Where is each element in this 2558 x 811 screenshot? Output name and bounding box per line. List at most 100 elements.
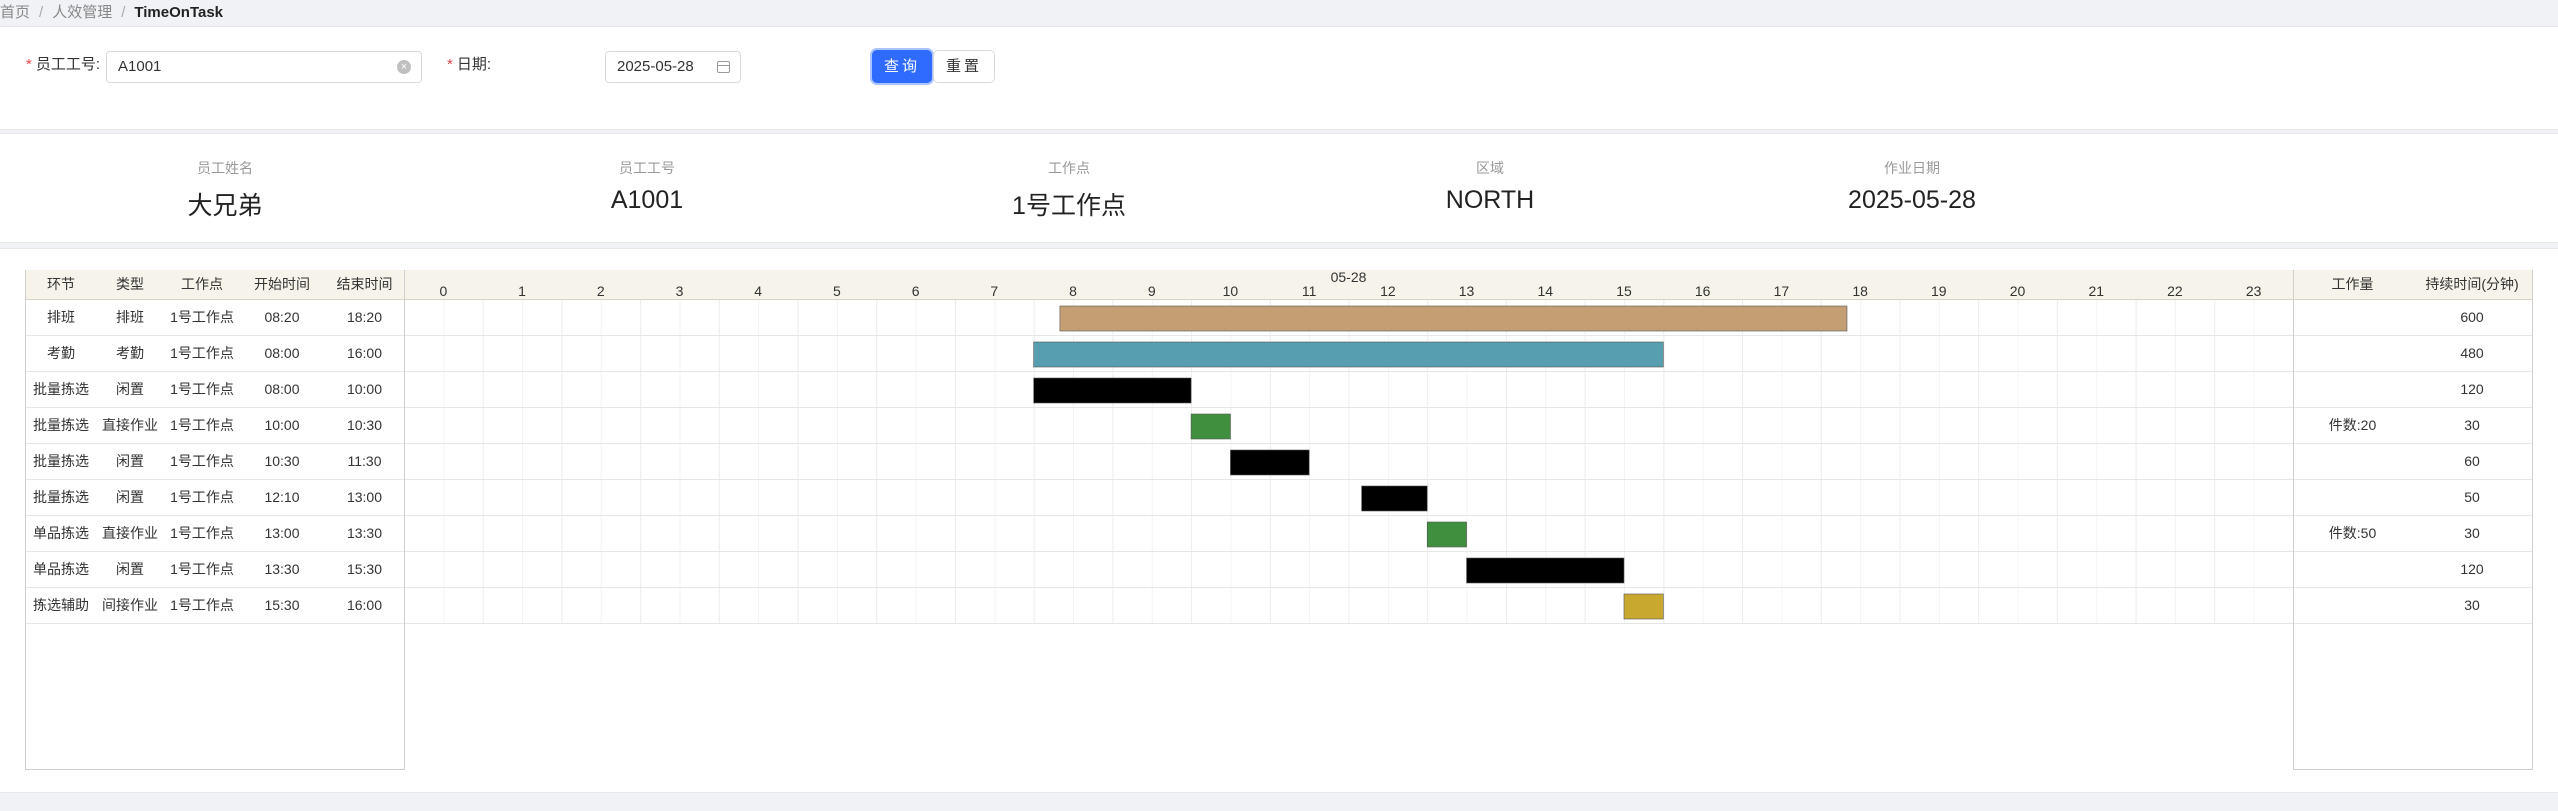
cell-start: 10:00 [240,407,324,444]
gantt-bar[interactable] [1033,377,1192,404]
cell-stage: 批量拣选 [26,479,96,516]
cell-workload [2293,479,2412,516]
reset-button[interactable]: 重置 [933,50,995,83]
cell-site: 1号工作点 [164,299,240,336]
info-region: 区域 NORTH [1445,160,1535,214]
breadcrumb-current: TimeOnTask [134,4,224,21]
table-row[interactable]: 120 [2293,551,2532,588]
breadcrumb: 首页 / 人效管理 / TimeOnTask [0,0,2558,26]
cell-end: 10:00 [324,371,405,408]
cell-start: 08:00 [240,335,324,372]
table-row[interactable]: 50 [2293,479,2532,516]
table-row[interactable]: 单品拣选 闲置 1号工作点 13:30 15:30 [26,551,405,588]
cell-stage: 拣选辅助 [26,587,96,624]
cell-start: 13:00 [240,515,324,552]
hour-tick-label: 12 [1380,283,1396,299]
column-header: 环节 [26,270,96,300]
gantt-bar[interactable] [1466,557,1625,584]
table-row[interactable]: 排班 排班 1号工作点 08:20 18:20 [26,299,405,336]
hour-tick-label: 18 [1852,283,1868,299]
date-value: 2025-05-28 [617,58,694,75]
hour-tick-label: 15 [1616,283,1632,299]
table-row[interactable]: 件数:50 30 [2293,515,2532,552]
cell-start: 08:20 [240,299,324,336]
cell-stage: 单品拣选 [26,551,96,588]
table-row[interactable]: 考勤 考勤 1号工作点 08:00 16:00 [26,335,405,372]
table-row[interactable]: 单品拣选 直接作业 1号工作点 13:00 13:30 [26,515,405,552]
column-header: 持续时间(分钟) [2412,270,2532,300]
table-row[interactable]: 30 [2293,587,2532,624]
hour-tick-label: 20 [2010,283,2026,299]
cell-duration: 30 [2412,515,2532,552]
hour-tick-label: 21 [2088,283,2104,299]
hour-tick-label: 14 [1537,283,1553,299]
divider-right [2293,270,2294,770]
cell-workload [2293,335,2412,372]
cell-workload [2293,371,2412,408]
cell-type: 闲置 [96,551,164,588]
info-work-site: 工作点 1号工作点 [1012,160,1126,220]
column-header: 开始时间 [240,270,324,300]
cell-type: 闲置 [96,443,164,480]
cell-end: 18:20 [324,299,405,336]
table-row[interactable]: 件数:20 30 [2293,407,2532,444]
cell-end: 10:30 [324,407,405,444]
breadcrumb-home[interactable]: 首页 [0,4,30,21]
date-label: * 日期: [447,56,492,73]
cell-site: 1号工作点 [164,407,240,444]
breadcrumb-hr[interactable]: 人效管理 [52,4,112,21]
hour-tick-label: 1 [518,283,526,299]
right-summary-table: 工作量 持续时间(分钟) 600 480 120 件数:20 30 60 50 件数:50 30 1… [2293,270,2532,624]
cell-workload [2293,443,2412,480]
column-header: 工作量 [2293,270,2412,300]
table-row[interactable]: 拣选辅助 间接作业 1号工作点 15:30 16:00 [26,587,405,624]
search-panel: * 员工工号: A1001 × * 日期: 2025-05-28 查询 重置 [0,26,2558,130]
hour-tick-label: 19 [1931,283,1947,299]
table-row[interactable]: 600 [2293,299,2532,336]
info-employee-id: 员工工号 A1001 [610,160,684,214]
cell-start: 15:30 [240,587,324,624]
gantt-bar[interactable] [1230,449,1310,476]
gantt-bar[interactable] [1033,341,1664,368]
cell-stage: 考勤 [26,335,96,372]
cell-duration: 30 [2412,587,2532,624]
cell-end: 16:00 [324,335,405,372]
table-row[interactable]: 60 [2293,443,2532,480]
cell-workload [2293,299,2412,336]
cell-site: 1号工作点 [164,515,240,552]
table-row[interactable]: 480 [2293,335,2532,372]
cell-site: 1号工作点 [164,551,240,588]
table-row[interactable]: 120 [2293,371,2532,408]
hour-tick-label: 22 [2167,283,2183,299]
info-work-date: 作业日期 2025-05-28 [1848,160,1976,214]
gantt-bar[interactable] [1426,521,1467,548]
cell-type: 闲置 [96,479,164,516]
clear-icon[interactable]: × [397,60,411,74]
gantt-bar[interactable] [1190,413,1231,440]
cell-end: 15:30 [324,551,405,588]
cell-site: 1号工作点 [164,479,240,516]
gantt-bar[interactable] [1623,593,1664,620]
cell-start: 12:10 [240,479,324,516]
cell-start: 10:30 [240,443,324,480]
employee-id-input[interactable]: A1001 × [106,51,422,83]
employee-label: * 员工工号: [26,56,101,73]
query-button[interactable]: 查询 [872,50,932,83]
hour-tick-label: 7 [990,283,998,299]
date-picker[interactable]: 2025-05-28 [605,51,741,83]
cell-type: 间接作业 [96,587,164,624]
table-row[interactable]: 批量拣选 闲置 1号工作点 10:30 11:30 [26,443,405,480]
cell-end: 13:00 [324,479,405,516]
table-row[interactable]: 批量拣选 闲置 1号工作点 08:00 10:00 [26,371,405,408]
gantt-bar[interactable] [1059,305,1848,332]
cell-stage: 批量拣选 [26,407,96,444]
hour-tick-label: 6 [912,283,920,299]
date-header: 05-28 [1331,270,1367,285]
table-row[interactable]: 批量拣选 直接作业 1号工作点 10:00 10:30 [26,407,405,444]
hour-tick-label: 17 [1774,283,1790,299]
gantt-bar[interactable] [1361,485,1428,512]
cell-workload [2293,587,2412,624]
left-task-table: 环节 类型 工作点 开始时间 结束时间 排班 排班 1号工作点 08:20 18:20 考勤 考勤 1… [26,270,405,624]
table-row[interactable]: 批量拣选 闲置 1号工作点 12:10 13:00 [26,479,405,516]
cell-duration: 120 [2412,371,2532,408]
